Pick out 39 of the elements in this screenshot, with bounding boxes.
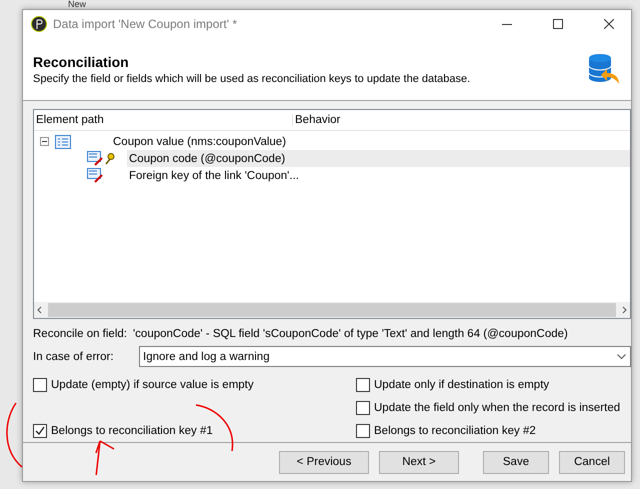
save-button[interactable]: Save [483,450,549,474]
page-description: Specify the field or fields which will be used as reconciliation keys to update the database. [33,72,472,84]
collapse-toggle[interactable] [40,137,49,146]
checkbox-option[interactable]: Update only if destination is empty [356,373,631,396]
reconcile-value: 'couponCode' - SQL field 'sCouponCode' of type 'Text' and length 64 (@couponCode) [132,328,568,340]
tree-row[interactable]: Foreign key of the link 'Coupon'... [127,167,630,184]
field-icon [87,151,105,166]
next-button[interactable]: Next > [379,450,459,474]
maximize-icon [552,19,562,29]
column-header[interactable]: Element path [34,114,293,126]
checkbox-option[interactable]: Belongs to reconciliation key #2 [356,419,631,442]
checkbox[interactable] [356,378,370,392]
background-text: New [68,0,86,9]
checkbox-option[interactable]: Belongs to reconciliation key #1 [33,419,356,442]
page-title: Reconciliation [33,54,130,70]
horizontal-scrollbar[interactable] [34,302,630,318]
error-label: In case of error: [33,350,115,362]
tree-row[interactable]: Coupon code (@couponCode) [127,150,630,167]
minus-icon [41,138,48,145]
window-title: Data import 'New Coupon import' * [53,17,238,31]
app-logo-icon [31,16,47,32]
close-icon [604,19,614,29]
checkbox[interactable] [356,400,370,414]
error-dropdown[interactable]: Ignore and log a warning [139,346,631,367]
list-icon [55,134,71,148]
previous-button[interactable]: < Previous [279,450,369,474]
chevron-down-icon [617,354,626,359]
checkbox-option[interactable]: Update the field only when the record is inserted [356,396,631,419]
reconcile-label: Reconcile on field: [33,328,127,340]
checkbox[interactable] [33,424,47,438]
database-icon [587,52,621,86]
column-header[interactable]: Behavior [293,114,630,126]
tree-row[interactable]: Coupon value (nms:couponValue) [111,133,630,150]
checkbox[interactable] [356,424,370,438]
cancel-button[interactable]: Cancel [559,450,625,474]
checkbox[interactable] [33,378,47,392]
key-icon [105,152,115,164]
field-icon [87,168,105,183]
checkbox-option[interactable]: Update (empty) if source value is empty [33,373,356,396]
